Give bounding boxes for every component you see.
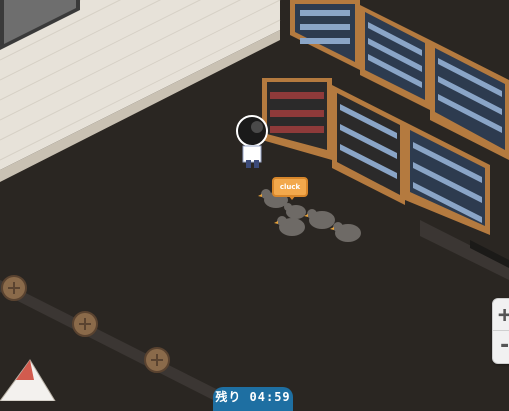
countdown-timer: 残り 04:59 <box>213 387 293 411</box>
zoom-controls: + - <box>492 298 509 364</box>
stool-icon[interactable] <box>144 347 170 373</box>
stool-icon[interactable] <box>72 311 98 337</box>
zoom-out-button[interactable]: - <box>493 330 509 360</box>
game-scene[interactable] <box>0 0 509 401</box>
stool-icon[interactable] <box>1 275 27 301</box>
speech-bubble: cluck <box>272 177 308 200</box>
zoom-in-button[interactable]: + <box>493 300 509 330</box>
